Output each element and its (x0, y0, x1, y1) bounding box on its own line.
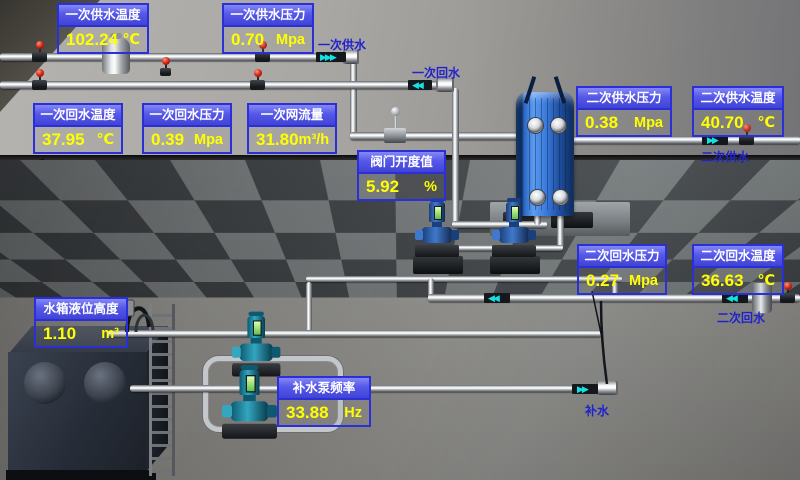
pipe-label-secondary-supply: 二次供水 (701, 148, 749, 165)
pump-motor (247, 316, 265, 338)
gauge-label: 一次回水温度 (35, 105, 121, 127)
pump-pad (490, 256, 540, 274)
gauge-value: 5.92 (366, 177, 399, 197)
gauge-primary-supply-pressure: 一次供水压力 0.70 Mpa (222, 3, 314, 54)
pipe-tank-riser (306, 282, 312, 336)
gauge-value: 0.70 (231, 30, 264, 50)
pipe-secondary-supply (562, 136, 800, 144)
gauge-unit: ℃ (96, 132, 114, 148)
gauge-label: 二次回水温度 (694, 246, 782, 268)
pump-base (415, 245, 459, 257)
gauge-unit: Mpa (629, 273, 658, 289)
gauge-label: 一次回水压力 (144, 105, 230, 127)
gauge-secondary-supply-pressure: 二次供水压力 0.38 Mpa (576, 86, 672, 137)
circulation-pump (492, 202, 536, 257)
gauge-value: 31.80 (256, 130, 299, 150)
gauge-unit: Hz (344, 405, 362, 421)
flow-arrow-right-icon: ▶▶▶ (320, 52, 335, 62)
control-valve[interactable] (384, 128, 406, 143)
pipe-primary-return (0, 81, 444, 89)
pipe-primary-supply-drop (350, 58, 357, 138)
gauge-value: 0.38 (585, 113, 618, 133)
pump-motor (240, 370, 260, 395)
pump-motor (429, 202, 445, 222)
gauge-unit: ℃ (757, 273, 775, 289)
pump-indicator (246, 375, 256, 393)
gauge-label: 二次回水压力 (579, 246, 665, 268)
gauge-secondary-return-temperature: 二次回水温度 36.63 ℃ (692, 244, 784, 295)
gauge-value: 1.10 (43, 324, 76, 344)
gauge-value: 33.88 (286, 403, 329, 423)
gauge-unit: ℃ (757, 115, 775, 131)
flow-arrow-left-icon: ◀◀ (412, 80, 422, 90)
gauge-primary-flow: 一次网流量 31.80m³/h (247, 103, 337, 154)
pipe-end-cap (596, 381, 618, 395)
pump-base (492, 245, 536, 257)
gauge-value: 40.70 (701, 113, 744, 133)
gauge-valve-opening[interactable]: 阀门开度值 5.92% (357, 150, 446, 201)
pipe-primary-supply (0, 53, 352, 61)
gauge-unit: m³ (101, 326, 119, 342)
gauge-label: 补水泵频率 (279, 378, 369, 400)
pump-indicator (511, 206, 519, 220)
pump-volute (240, 344, 273, 362)
gauge-unit: ℃ (122, 32, 140, 48)
hx-port (528, 118, 543, 133)
pipe-label-primary-return: 一次回水 (412, 64, 460, 81)
pump-volute (499, 227, 529, 243)
gauge-unit: Mpa (276, 32, 305, 48)
hx-port (553, 190, 568, 205)
gauge-unit: m³/h (299, 132, 330, 148)
gauge-unit: Mpa (194, 132, 223, 148)
gauge-primary-return-pressure: 一次回水压力 0.39 Mpa (142, 103, 232, 154)
pump-base (222, 424, 277, 439)
gauge-primary-supply-temperature: 一次供水温度 102.24℃ (57, 3, 149, 54)
hmi-heat-exchange-station: ▶▶▶ ◀◀ ▶▶ ◀◀ ◀◀ ▶▶ (0, 0, 800, 480)
gauge-label: 一次供水温度 (59, 5, 147, 27)
gauge-value: 37.95 (42, 130, 85, 150)
gauge-label: 二次供水压力 (578, 88, 670, 110)
pump-pad (413, 256, 463, 274)
pipe-suction-header (306, 276, 622, 282)
gauge-label: 一次网流量 (249, 105, 335, 127)
gauge-label: 阀门开度值 (359, 152, 444, 174)
gauge-value: 0.39 (151, 130, 184, 150)
pump-indicator (253, 320, 262, 335)
hx-port (551, 118, 566, 133)
drain-valve (160, 68, 171, 76)
gate-valve (250, 80, 265, 90)
flow-arrow-right-icon: ▶▶ (577, 384, 587, 394)
gauge-label: 一次供水压力 (224, 5, 312, 27)
gauge-primary-return-temperature: 一次回水温度 37.95 ℃ (33, 103, 123, 154)
makeup-pump (222, 370, 277, 439)
gauge-unit: % (424, 179, 437, 195)
gauge-value: 0.27 (586, 271, 619, 291)
tank-manhole (24, 362, 66, 404)
pump-motor (506, 202, 522, 222)
pipe-label-primary-supply: 一次供水 (318, 36, 366, 53)
gauge-label: 二次供水温度 (694, 88, 782, 110)
gate-valve (32, 80, 47, 90)
pump-indicator (434, 206, 442, 220)
plate-heat-exchanger (514, 84, 576, 216)
gauge-label: 水箱液位高度 (36, 299, 126, 321)
pipe-label-secondary-return: 二次回水 (717, 309, 765, 326)
tank-manhole (84, 362, 126, 404)
gauge-value: 36.63 (701, 271, 744, 291)
gauge-unit: Mpa (634, 115, 663, 131)
gauge-value: 102.24 (66, 30, 118, 50)
gate-valve (32, 52, 47, 62)
gauge-tank-level: 水箱液位高度 1.10 m³ (34, 297, 128, 348)
gauge-makeup-pump-frequency[interactable]: 补水泵频率 33.88 Hz (277, 376, 371, 427)
gauge-secondary-supply-temperature: 二次供水温度 40.70 ℃ (692, 86, 784, 137)
pump-volute (422, 227, 452, 243)
pump-volute (231, 401, 269, 421)
pipe-tank-outlet (108, 330, 602, 337)
flow-arrow-left-icon: ◀◀ (488, 293, 498, 303)
circulation-pump (415, 202, 459, 257)
pipe-label-makeup-water: 补水 (585, 402, 609, 419)
gauge-secondary-return-pressure: 二次回水压力 0.27 Mpa (577, 244, 667, 295)
water-tank-base (6, 470, 156, 480)
